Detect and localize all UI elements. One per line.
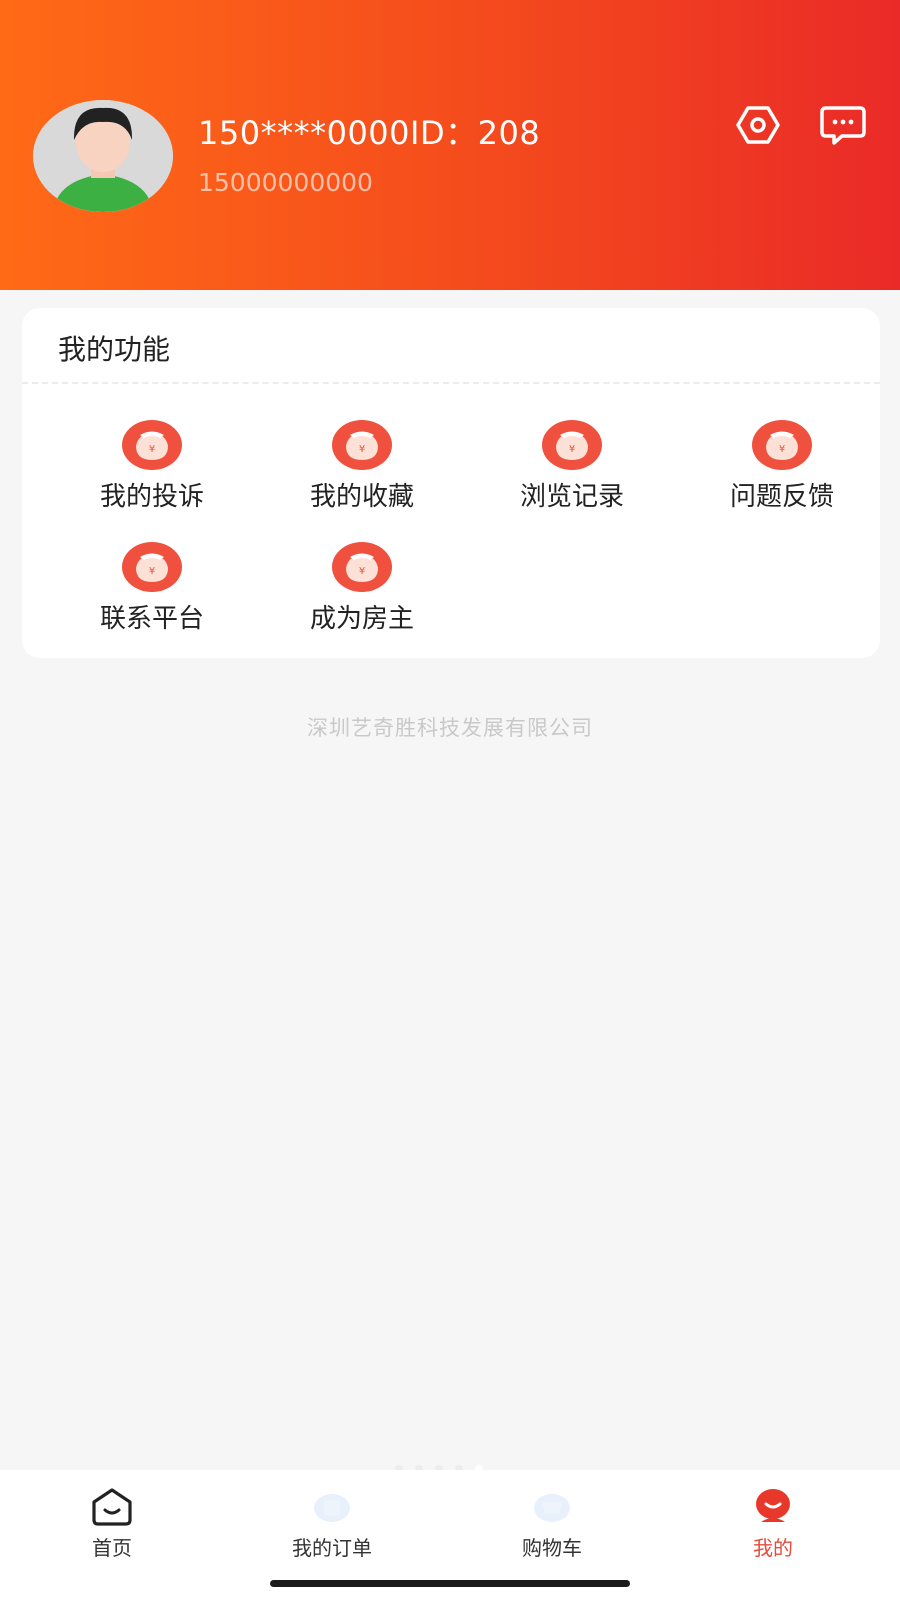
func-label: 成为房主 (309, 604, 414, 634)
tab-label: 首页 (92, 1536, 132, 1560)
svg-text:¥: ¥ (149, 566, 155, 577)
tab-label: 我的 (753, 1536, 793, 1560)
money-bag-icon: ¥ (752, 420, 812, 470)
home-indicator (270, 1580, 630, 1587)
money-bag-icon: ¥ (122, 420, 182, 470)
svg-text:¥: ¥ (779, 444, 785, 455)
money-bag-icon: ¥ (122, 542, 182, 592)
cart-icon (534, 1494, 570, 1522)
tab-label: 购物车 (522, 1536, 582, 1560)
func-label: 我的收藏 (309, 482, 414, 512)
func-become-host[interactable]: ¥ 成为房主 (272, 542, 452, 642)
settings-icon[interactable] (735, 104, 781, 146)
profile-icon (756, 1489, 790, 1522)
section-title: 我的功能 (58, 333, 171, 366)
func-label: 联系平台 (99, 604, 204, 634)
person-avatar-icon (33, 100, 173, 212)
tab-cart[interactable]: 购物车 (477, 1486, 627, 1566)
svg-text:¥: ¥ (359, 566, 365, 577)
tab-orders[interactable]: 我的订单 (257, 1486, 407, 1566)
func-contact[interactable]: ¥ 联系平台 (62, 542, 242, 642)
user-name-id: 150****0000ID：208 (198, 114, 541, 152)
func-label: 我的投诉 (99, 482, 204, 512)
divider (22, 382, 880, 384)
user-phone: 15000000000 (198, 168, 373, 197)
func-feedback[interactable]: ¥ 问题反馈 (692, 420, 872, 520)
func-label: 浏览记录 (519, 482, 624, 512)
svg-text:¥: ¥ (149, 444, 155, 455)
svg-text:¥: ¥ (569, 444, 575, 455)
company-name: 深圳艺奇胜科技发展有限公司 (307, 716, 593, 740)
money-bag-icon: ¥ (332, 420, 392, 470)
func-history[interactable]: ¥ 浏览记录 (482, 420, 662, 520)
home-icon (92, 1488, 132, 1526)
money-bag-icon: ¥ (332, 542, 392, 592)
tab-home[interactable]: 首页 (37, 1486, 187, 1566)
message-icon[interactable] (820, 104, 866, 146)
avatar[interactable] (33, 100, 173, 212)
page-dots (395, 1458, 495, 1473)
profile-header: 150****0000ID：208 15000000000 (0, 0, 900, 290)
func-complaints[interactable]: ¥ 我的投诉 (62, 420, 242, 520)
svg-text:¥: ¥ (359, 444, 365, 455)
tab-label: 我的订单 (292, 1536, 372, 1560)
tab-mine[interactable]: 我的 (698, 1486, 848, 1566)
func-favorites[interactable]: ¥ 我的收藏 (272, 420, 452, 520)
my-functions-card: 我的功能 ¥ 我的投诉 ¥ 我的收藏 ¥ 浏览记录 ¥ 问题反馈 ¥ 联系平台 … (22, 308, 880, 658)
money-bag-icon: ¥ (542, 420, 602, 470)
func-label: 问题反馈 (729, 482, 834, 512)
orders-icon (314, 1494, 350, 1522)
